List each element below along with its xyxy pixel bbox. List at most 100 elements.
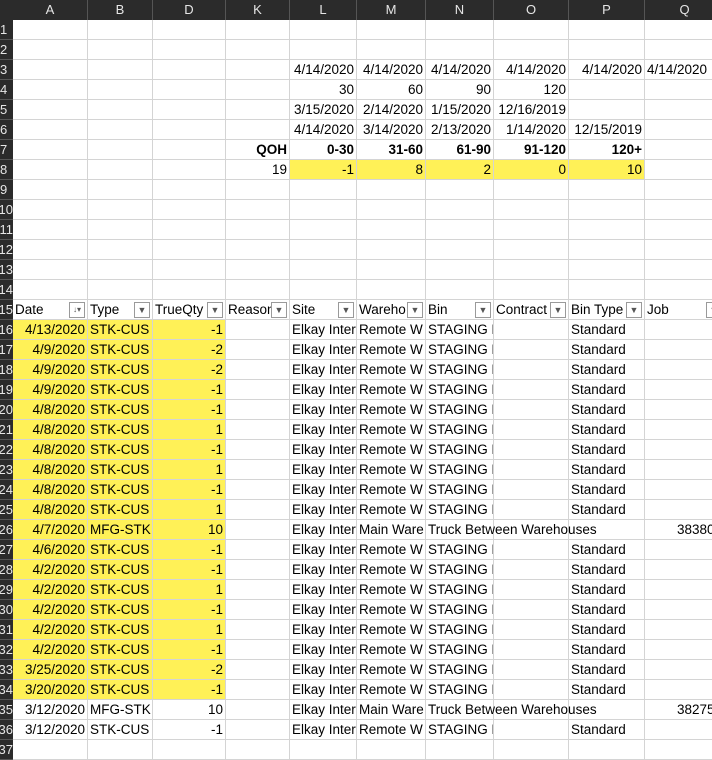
warehouse-cell[interactable]: Main Ware — [357, 520, 426, 540]
date-cell[interactable]: 4/9/2020 — [13, 360, 88, 380]
type-cell[interactable]: MFG-STK — [88, 520, 153, 540]
row-header-36[interactable]: 36 — [0, 720, 13, 740]
bin-cell[interactable]: STAGING LANE 6 — [426, 620, 494, 640]
trueqty-cell[interactable]: -1 — [153, 380, 226, 400]
bin-type-cell[interactable]: Standard — [569, 380, 645, 400]
trueqty-cell[interactable]: -1 — [153, 400, 226, 420]
warehouse-cell[interactable]: Remote W — [357, 540, 426, 560]
reason-cell[interactable] — [226, 700, 290, 720]
row-header-9[interactable]: 9 — [0, 180, 13, 200]
type-cell[interactable]: STK-CUS — [88, 640, 153, 660]
reason-cell[interactable] — [226, 400, 290, 420]
reason-cell[interactable] — [226, 660, 290, 680]
row-header-11[interactable]: 11 — [0, 220, 13, 240]
type-cell[interactable]: STK-CUS — [88, 600, 153, 620]
site-cell[interactable]: Elkay Inter — [290, 380, 357, 400]
row-header-8[interactable]: 8 — [0, 160, 13, 180]
bin-type-cell[interactable]: Standard — [569, 480, 645, 500]
filter-dropdown-button[interactable]: ▼ — [407, 302, 423, 318]
contract-cell[interactable] — [494, 560, 569, 580]
column-header-M[interactable]: M — [357, 0, 426, 20]
bin-cell[interactable]: STAGING LANE 8 — [426, 540, 494, 560]
warehouse-cell[interactable]: Remote W — [357, 480, 426, 500]
bin-type-cell[interactable]: Standard — [569, 620, 645, 640]
row-header-22[interactable]: 22 — [0, 440, 13, 460]
row-header-5[interactable]: 5 — [0, 100, 13, 120]
trueqty-cell[interactable]: 1 — [153, 620, 226, 640]
type-cell[interactable]: STK-CUS — [88, 500, 153, 520]
bin-type-cell[interactable]: Standard — [569, 320, 645, 340]
row-header-27[interactable]: 27 — [0, 540, 13, 560]
contract-cell[interactable] — [494, 460, 569, 480]
contract-cell[interactable] — [494, 600, 569, 620]
row-header-7[interactable]: 7 — [0, 140, 13, 160]
job-cell[interactable]: 383806 — [645, 520, 712, 540]
job-cell[interactable] — [645, 720, 712, 740]
reason-cell[interactable] — [226, 680, 290, 700]
bin-type-cell[interactable]: Standard — [569, 600, 645, 620]
column-header-P[interactable]: P — [569, 0, 645, 20]
trueqty-cell[interactable]: -1 — [153, 560, 226, 580]
job-cell[interactable] — [645, 420, 712, 440]
contract-cell[interactable] — [494, 580, 569, 600]
contract-cell[interactable] — [494, 420, 569, 440]
filter-dropdown-button[interactable]: ▼ — [207, 302, 223, 318]
warehouse-cell[interactable]: Remote W — [357, 320, 426, 340]
job-cell[interactable] — [645, 460, 712, 480]
column-header-D[interactable]: D — [153, 0, 226, 20]
reason-cell[interactable] — [226, 600, 290, 620]
filter-dropdown-button[interactable]: ▼ — [475, 302, 491, 318]
type-cell[interactable]: STK-CUS — [88, 680, 153, 700]
column-header-L[interactable]: L — [290, 0, 357, 20]
bin-type-cell[interactable]: Standard — [569, 640, 645, 660]
date-cell[interactable]: 4/8/2020 — [13, 480, 88, 500]
type-cell[interactable]: STK-CUS — [88, 420, 153, 440]
trueqty-cell[interactable]: 1 — [153, 460, 226, 480]
contract-cell[interactable] — [494, 340, 569, 360]
bin-cell[interactable]: STAGING LANE 3 — [426, 440, 494, 460]
warehouse-cell[interactable]: Remote W — [357, 340, 426, 360]
contract-cell[interactable] — [494, 480, 569, 500]
row-header-2[interactable]: 2 — [0, 40, 13, 60]
contract-cell[interactable] — [494, 360, 569, 380]
bin-cell[interactable]: Truck Between Warehouses — [426, 520, 597, 540]
job-cell[interactable] — [645, 600, 712, 620]
filter-dropdown-button[interactable]: ▼ — [706, 302, 712, 318]
row-header-6[interactable]: 6 — [0, 120, 13, 140]
job-cell[interactable] — [645, 680, 712, 700]
date-cell[interactable]: 4/8/2020 — [13, 460, 88, 480]
row-header-21[interactable]: 21 — [0, 420, 13, 440]
column-header-N[interactable]: N — [426, 0, 494, 20]
warehouse-cell[interactable]: Remote W — [357, 360, 426, 380]
bin-type-cell[interactable]: Standard — [569, 420, 645, 440]
site-cell[interactable]: Elkay Inter — [290, 640, 357, 660]
warehouse-cell[interactable]: Remote W — [357, 400, 426, 420]
site-cell[interactable]: Elkay Inter — [290, 480, 357, 500]
contract-cell[interactable] — [494, 540, 569, 560]
bin-cell[interactable]: STAGING LANE 6 — [426, 580, 494, 600]
bin-type-cell[interactable]: Standard — [569, 720, 645, 740]
job-cell[interactable] — [645, 380, 712, 400]
warehouse-cell[interactable]: Remote W — [357, 440, 426, 460]
trueqty-cell[interactable]: 10 — [153, 520, 226, 540]
warehouse-cell[interactable]: Main Ware — [357, 700, 426, 720]
bin-type-cell[interactable]: Standard — [569, 400, 645, 420]
bin-type-cell[interactable]: Standard — [569, 680, 645, 700]
type-cell[interactable]: STK-CUS — [88, 400, 153, 420]
date-cell[interactable]: 3/20/2020 — [13, 680, 88, 700]
contract-cell[interactable] — [494, 720, 569, 740]
row-header-26[interactable]: 26 — [0, 520, 13, 540]
site-cell[interactable]: Elkay Inter — [290, 600, 357, 620]
date-cell[interactable]: 4/2/2020 — [13, 600, 88, 620]
job-cell[interactable] — [645, 400, 712, 420]
job-cell[interactable] — [645, 540, 712, 560]
date-cell[interactable]: 4/9/2020 — [13, 380, 88, 400]
column-header-K[interactable]: K — [226, 0, 290, 20]
bin-cell[interactable]: STAGING LANE 6 — [426, 660, 494, 680]
date-cell[interactable]: 4/2/2020 — [13, 620, 88, 640]
site-cell[interactable]: Elkay Inter — [290, 720, 357, 740]
type-cell[interactable]: MFG-STK — [88, 700, 153, 720]
row-header-37[interactable]: 37 — [0, 740, 13, 760]
bin-cell[interactable]: STAGING LANE 3 — [426, 480, 494, 500]
contract-cell[interactable] — [494, 320, 569, 340]
